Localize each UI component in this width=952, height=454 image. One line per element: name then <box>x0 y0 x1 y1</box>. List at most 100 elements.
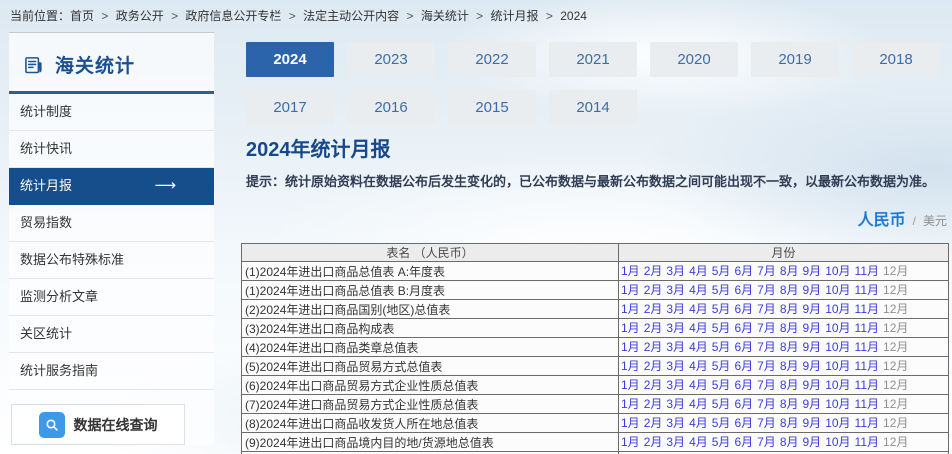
month-3月-link[interactable]: 3月 <box>666 264 685 278</box>
report-name-cell[interactable]: (4)2024年进出口商品类章总值表 <box>242 338 619 357</box>
month-4月-link[interactable]: 4月 <box>689 340 708 354</box>
month-7月-link[interactable]: 7月 <box>757 397 776 411</box>
month-8月-link[interactable]: 8月 <box>780 340 799 354</box>
month-2月-link[interactable]: 2月 <box>644 359 663 373</box>
sidebar-item-关区统计[interactable]: 关区统计 <box>9 316 214 353</box>
month-6月-link[interactable]: 6月 <box>734 435 753 449</box>
month-3月-link[interactable]: 3月 <box>666 302 685 316</box>
month-3月-link[interactable]: 3月 <box>666 416 685 430</box>
report-name-cell[interactable]: (9)2024年进出口商品境内目的地/货源地总值表 <box>242 433 619 452</box>
month-8月-link[interactable]: 8月 <box>780 321 799 335</box>
month-5月-link[interactable]: 5月 <box>712 378 731 392</box>
year-tab-2020[interactable]: 2020 <box>650 42 738 77</box>
month-11月-link[interactable]: 11月 <box>855 397 879 411</box>
year-tab-2017[interactable]: 2017 <box>246 90 334 125</box>
month-8月-link[interactable]: 8月 <box>780 416 799 430</box>
month-7月-link[interactable]: 7月 <box>757 378 776 392</box>
month-11月-link[interactable]: 11月 <box>855 283 879 297</box>
year-tab-2016[interactable]: 2016 <box>347 90 435 125</box>
month-10月-link[interactable]: 10月 <box>825 359 850 373</box>
year-tab-2022[interactable]: 2022 <box>448 42 536 77</box>
month-10月-link[interactable]: 10月 <box>825 435 850 449</box>
month-1月-link[interactable]: 1月 <box>621 359 640 373</box>
month-2月-link[interactable]: 2月 <box>644 283 663 297</box>
month-11月-link[interactable]: 11月 <box>855 302 879 316</box>
month-9月-link[interactable]: 9月 <box>803 378 822 392</box>
month-4月-link[interactable]: 4月 <box>689 264 708 278</box>
month-2月-link[interactable]: 2月 <box>644 397 663 411</box>
month-7月-link[interactable]: 7月 <box>757 340 776 354</box>
month-9月-link[interactable]: 9月 <box>803 283 822 297</box>
breadcrumb-item[interactable]: 海关统计 <box>421 9 469 23</box>
month-5月-link[interactable]: 5月 <box>712 359 731 373</box>
month-2月-link[interactable]: 2月 <box>644 321 663 335</box>
month-5月-link[interactable]: 5月 <box>712 321 731 335</box>
month-8月-link[interactable]: 8月 <box>780 302 799 316</box>
month-7月-link[interactable]: 7月 <box>757 302 776 316</box>
month-8月-link[interactable]: 8月 <box>780 359 799 373</box>
breadcrumb-item[interactable]: 政务公开 <box>116 9 164 23</box>
month-7月-link[interactable]: 7月 <box>757 283 776 297</box>
month-11月-link[interactable]: 11月 <box>855 321 879 335</box>
month-9月-link[interactable]: 9月 <box>803 435 822 449</box>
breadcrumb-item[interactable]: 统计月报 <box>491 9 539 23</box>
month-4月-link[interactable]: 4月 <box>689 359 708 373</box>
month-6月-link[interactable]: 6月 <box>734 302 753 316</box>
report-name-cell[interactable]: (5)2024年进出口商品贸易方式总值表 <box>242 357 619 376</box>
report-name-cell[interactable]: (6)2024年出口商品贸易方式企业性质总值表 <box>242 376 619 395</box>
month-3月-link[interactable]: 3月 <box>666 397 685 411</box>
year-tab-2023[interactable]: 2023 <box>347 42 435 77</box>
month-3月-link[interactable]: 3月 <box>666 321 685 335</box>
month-10月-link[interactable]: 10月 <box>825 340 850 354</box>
report-name-cell[interactable]: (1)2024年进出口商品总值表 B:月度表 <box>242 281 619 300</box>
month-9月-link[interactable]: 9月 <box>803 321 822 335</box>
month-10月-link[interactable]: 10月 <box>825 283 850 297</box>
month-1月-link[interactable]: 1月 <box>621 283 640 297</box>
report-name-cell[interactable]: (8)2024年进出口商品收发货人所在地总值表 <box>242 414 619 433</box>
month-7月-link[interactable]: 7月 <box>757 359 776 373</box>
sidebar-item-统计月报[interactable]: 统计月报⟶ <box>9 168 214 205</box>
month-4月-link[interactable]: 4月 <box>689 416 708 430</box>
month-1月-link[interactable]: 1月 <box>621 321 640 335</box>
month-1月-link[interactable]: 1月 <box>621 340 640 354</box>
report-name-cell[interactable]: (3)2024年进出口商品构成表 <box>242 319 619 338</box>
month-1月-link[interactable]: 1月 <box>621 264 640 278</box>
month-1月-link[interactable]: 1月 <box>621 302 640 316</box>
month-11月-link[interactable]: 11月 <box>855 359 879 373</box>
month-1月-link[interactable]: 1月 <box>621 416 640 430</box>
sidebar-item-统计服务指南[interactable]: 统计服务指南 <box>9 353 214 390</box>
month-9月-link[interactable]: 9月 <box>803 359 822 373</box>
month-8月-link[interactable]: 8月 <box>780 397 799 411</box>
month-1月-link[interactable]: 1月 <box>621 397 640 411</box>
month-7月-link[interactable]: 7月 <box>757 321 776 335</box>
month-6月-link[interactable]: 6月 <box>734 283 753 297</box>
month-1月-link[interactable]: 1月 <box>621 435 640 449</box>
month-11月-link[interactable]: 11月 <box>855 416 879 430</box>
month-4月-link[interactable]: 4月 <box>689 283 708 297</box>
year-tab-2014[interactable]: 2014 <box>549 90 637 125</box>
month-10月-link[interactable]: 10月 <box>825 416 850 430</box>
breadcrumb-item[interactable]: 首页 <box>70 9 94 23</box>
breadcrumb-item[interactable]: 2024 <box>560 9 587 23</box>
month-3月-link[interactable]: 3月 <box>666 340 685 354</box>
report-name-cell[interactable]: (7)2024年进口商品贸易方式企业性质总值表 <box>242 395 619 414</box>
month-4月-link[interactable]: 4月 <box>689 321 708 335</box>
month-8月-link[interactable]: 8月 <box>780 378 799 392</box>
report-name-cell[interactable]: (2)2024年进出口商品国别(地区)总值表 <box>242 300 619 319</box>
month-6月-link[interactable]: 6月 <box>734 397 753 411</box>
month-4月-link[interactable]: 4月 <box>689 435 708 449</box>
month-10月-link[interactable]: 10月 <box>825 302 850 316</box>
year-tab-2019[interactable]: 2019 <box>751 42 839 77</box>
month-7月-link[interactable]: 7月 <box>757 416 776 430</box>
month-5月-link[interactable]: 5月 <box>712 302 731 316</box>
month-10月-link[interactable]: 10月 <box>825 321 850 335</box>
month-7月-link[interactable]: 7月 <box>757 264 776 278</box>
month-8月-link[interactable]: 8月 <box>780 435 799 449</box>
currency-usd[interactable]: 美元 <box>923 212 947 229</box>
month-2月-link[interactable]: 2月 <box>644 302 663 316</box>
month-6月-link[interactable]: 6月 <box>734 416 753 430</box>
month-7月-link[interactable]: 7月 <box>757 435 776 449</box>
month-10月-link[interactable]: 10月 <box>825 264 850 278</box>
month-5月-link[interactable]: 5月 <box>712 416 731 430</box>
month-11月-link[interactable]: 11月 <box>855 435 879 449</box>
